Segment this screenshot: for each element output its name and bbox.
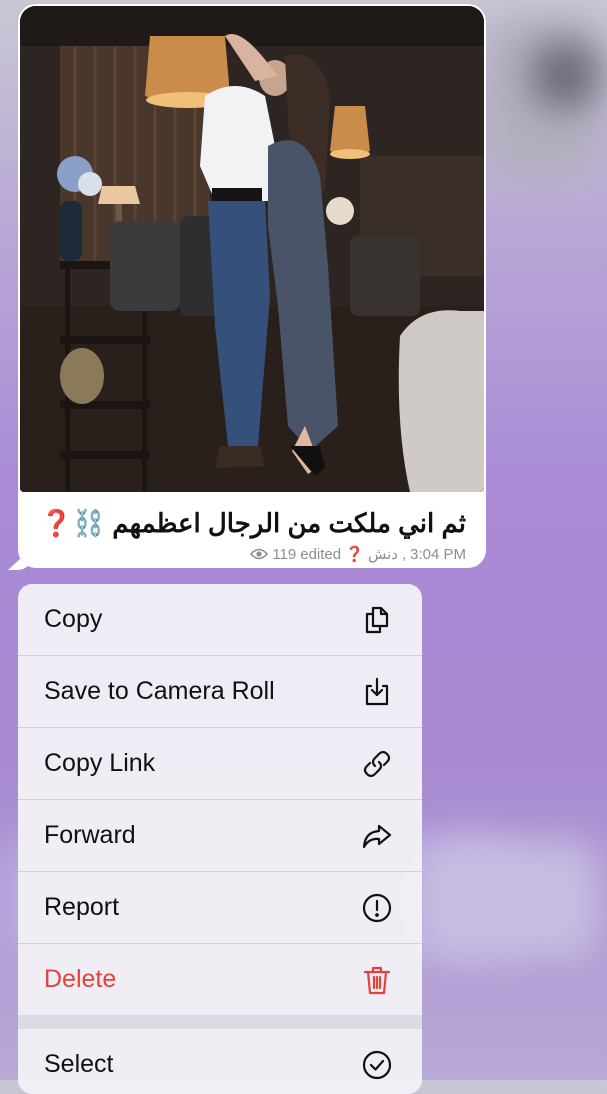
- check-circle-icon: [360, 1048, 394, 1082]
- menu-item-copy[interactable]: Copy: [18, 584, 422, 655]
- menu-item-label: Delete: [44, 965, 117, 993]
- trash-icon: [360, 963, 394, 997]
- message-time: 3:04 PM: [410, 545, 466, 563]
- background-blur: [420, 840, 600, 960]
- menu-item-label: Forward: [44, 821, 136, 849]
- background-avatar-blur: [530, 40, 600, 110]
- context-menu: Copy Save to Camera Roll Copy Link Forwa…: [18, 584, 422, 1094]
- menu-item-select[interactable]: Select: [18, 1029, 422, 1094]
- report-icon: [360, 891, 394, 925]
- message-caption: ثم اني ملكت من الرجال اعظمهم ⛓️❓: [40, 508, 466, 538]
- copy-icon: [360, 603, 394, 637]
- message-bubble[interactable]: ثم اني ملكت من الرجال اعظمهم ⛓️❓ 119 edi…: [18, 4, 486, 568]
- message-meta: 119 edited دنش ❓, 3:04 PM: [250, 545, 466, 563]
- photo-image: [20, 6, 484, 492]
- save-icon: [360, 675, 394, 709]
- menu-item-label: Report: [44, 893, 120, 921]
- menu-item-forward[interactable]: Forward: [18, 800, 422, 871]
- meta-comma: ,: [401, 545, 407, 563]
- menu-item-label: Select: [44, 1050, 114, 1078]
- menu-item-report[interactable]: Report: [18, 872, 422, 943]
- forward-icon: [360, 819, 394, 853]
- menu-item-save-to-camera-roll[interactable]: Save to Camera Roll: [18, 656, 422, 727]
- edited-label: edited: [300, 545, 342, 563]
- menu-item-label: Copy: [44, 605, 103, 633]
- menu-item-delete[interactable]: Delete: [18, 944, 422, 1015]
- menu-section-gap: [18, 1015, 422, 1029]
- views-eye-icon: [250, 548, 269, 560]
- menu-item-label: Copy Link: [44, 749, 156, 777]
- link-icon: [360, 747, 394, 781]
- views-count: 119: [272, 545, 297, 563]
- menu-item-label: Save to Camera Roll: [44, 677, 275, 705]
- message-photo[interactable]: [20, 6, 484, 492]
- menu-item-copy-link[interactable]: Copy Link: [18, 728, 422, 799]
- message-author: دنش ❓: [345, 546, 398, 563]
